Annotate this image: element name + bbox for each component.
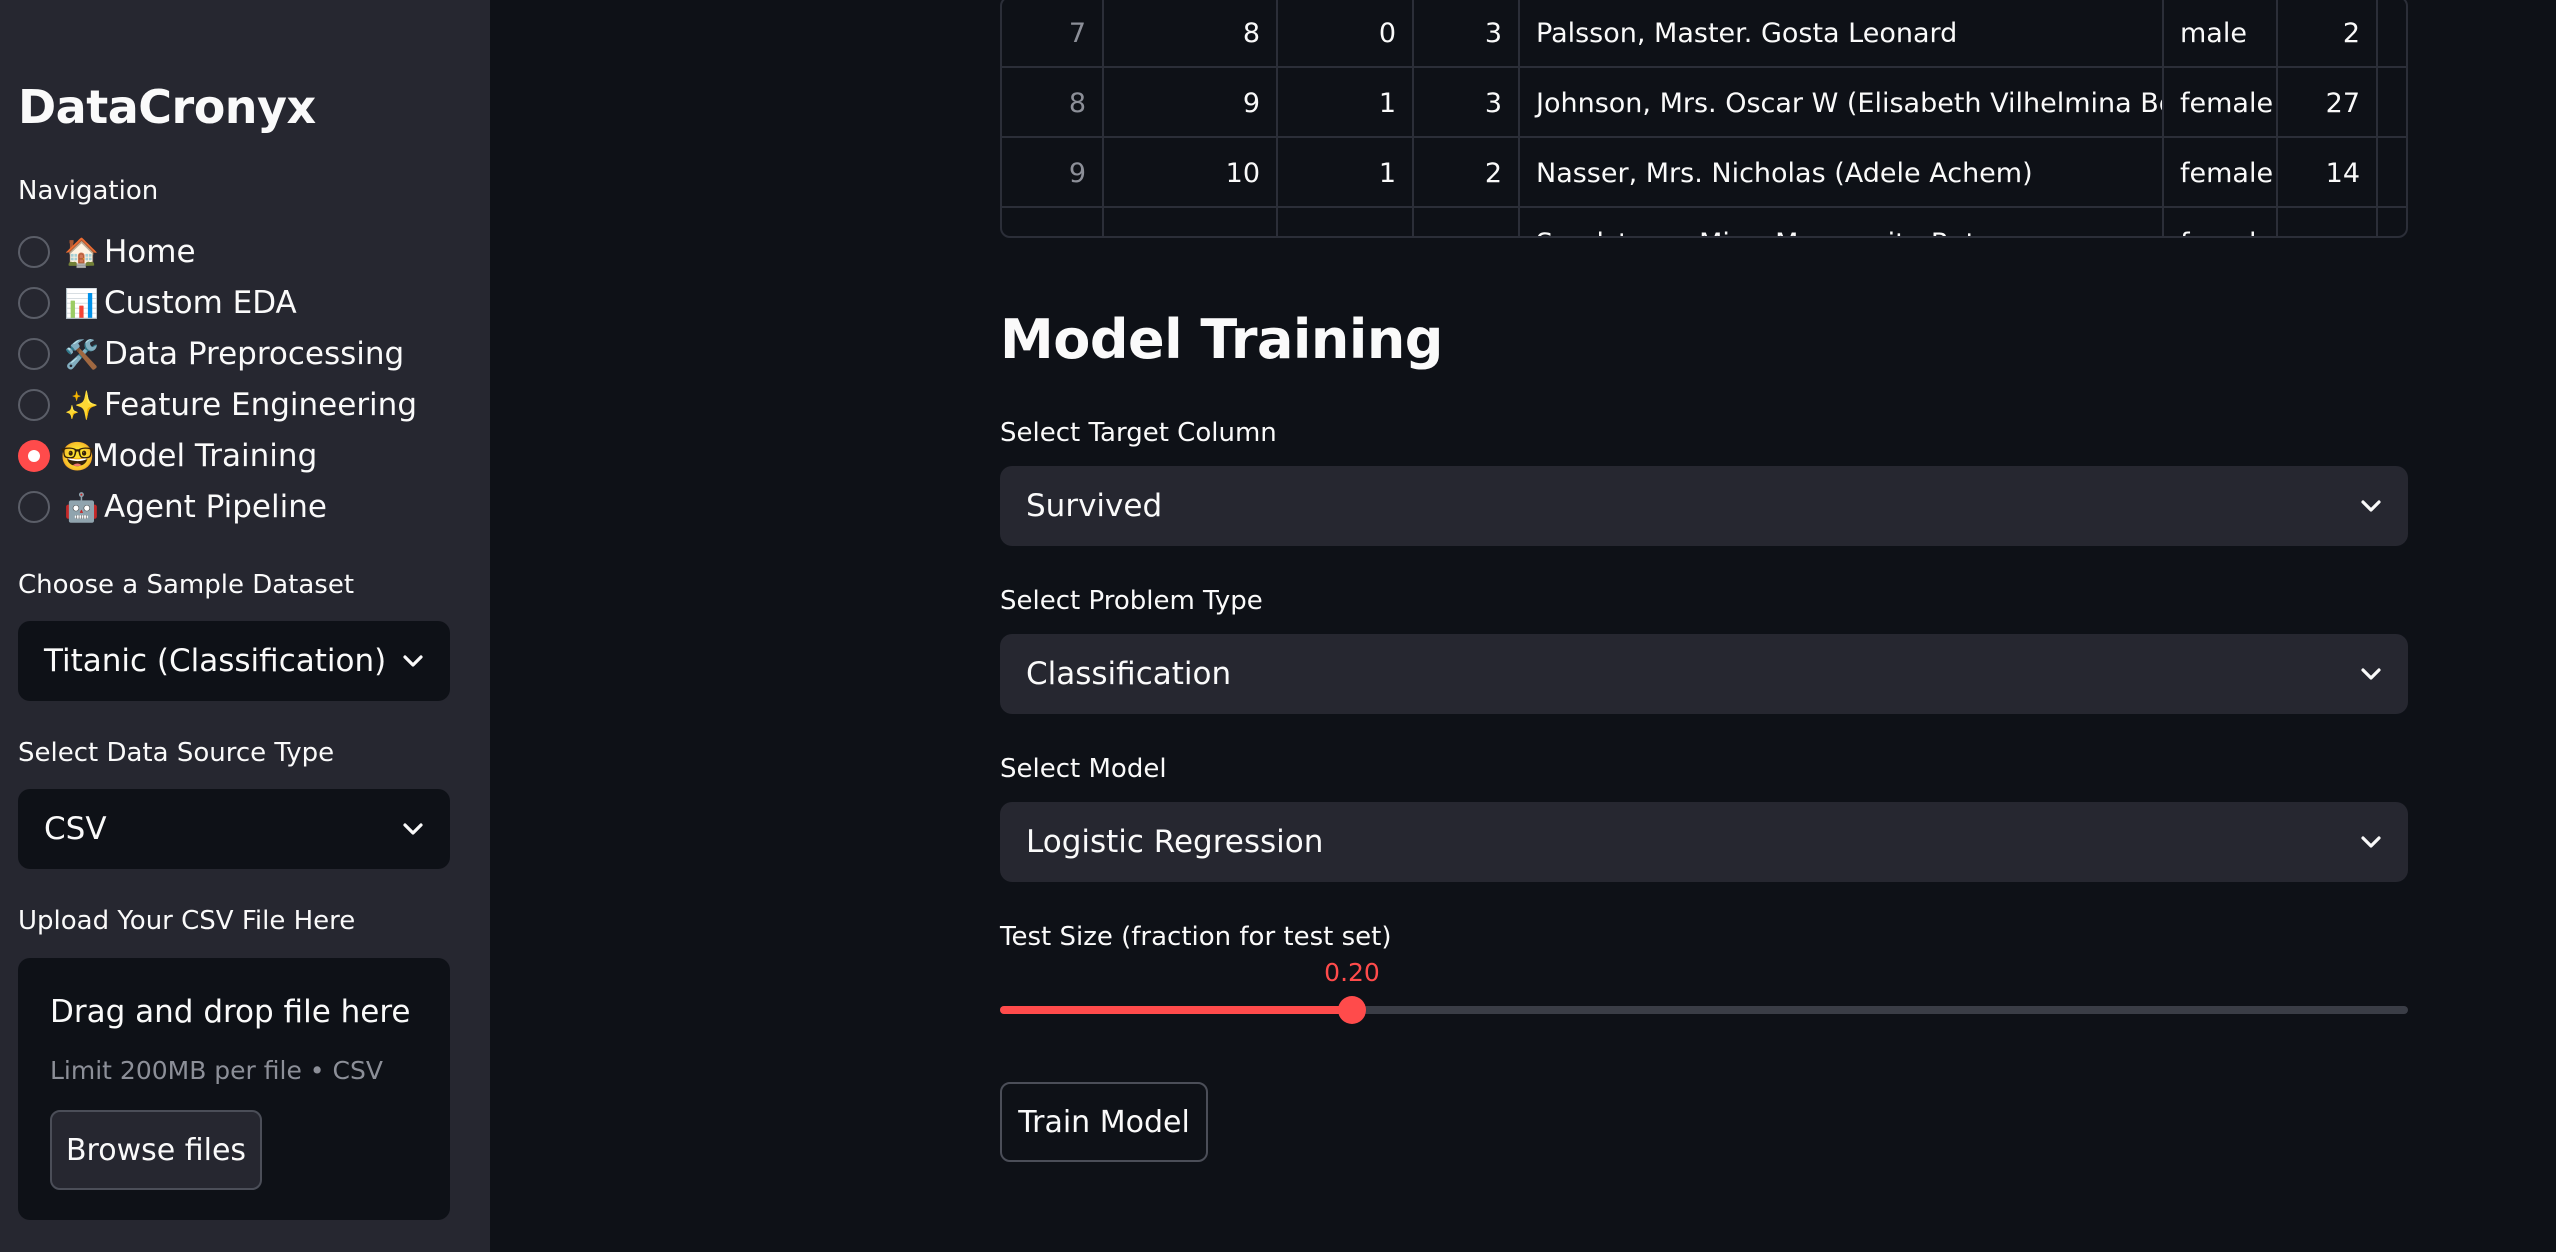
cell-survived: 1 <box>1278 68 1414 138</box>
robot-icon: 🤖 <box>64 490 99 524</box>
model-label: Select Model <box>1000 754 1167 784</box>
model-value: Logistic Regression <box>1026 824 1324 860</box>
cell-survived: 0 <box>1278 0 1414 68</box>
test-size-value: 0.20 <box>1324 958 1380 987</box>
table-row: Sandstrom, Miss. Marguerite Rutfemale <box>1002 208 2406 236</box>
nerd-face-icon: 🤓 <box>60 439 95 473</box>
target-column-label: Select Target Column <box>1000 418 1277 448</box>
nav-radio-home[interactable]: 🏠 Home <box>18 230 196 274</box>
chevron-down-icon <box>403 655 423 667</box>
target-column-select[interactable]: Survived <box>1000 466 2408 546</box>
problem-type-select[interactable]: Classification <box>1000 634 2408 714</box>
cell-overflow <box>2378 0 2406 68</box>
cell-passenger-id: 9 <box>1104 68 1278 138</box>
nav-label-custom-eda: Custom EDA <box>104 285 297 321</box>
cell-index: 7 <box>1002 0 1104 68</box>
cell-name: Sandstrom, Miss. Marguerite Rut <box>1520 208 2164 236</box>
cell-pclass: 3 <box>1414 0 1520 68</box>
data-source-select[interactable]: CSV <box>18 789 450 869</box>
cell-name: Palsson, Master. Gosta Leonard <box>1520 0 2164 68</box>
chevron-down-icon <box>2361 836 2381 848</box>
dropzone-limit-text: Limit 200MB per file • CSV <box>50 1056 383 1085</box>
dropzone-title: Drag and drop file here <box>50 994 411 1030</box>
radio-button[interactable] <box>18 287 50 319</box>
app-brand-title: DataCronyx <box>18 80 316 134</box>
tools-icon: 🛠️ <box>64 337 99 371</box>
bar-chart-icon: 📊 <box>64 286 99 320</box>
target-column-value: Survived <box>1026 488 1163 524</box>
nav-radio-agent-pipeline[interactable]: 🤖 Agent Pipeline <box>18 485 327 529</box>
sample-dataset-label: Choose a Sample Dataset <box>18 570 355 600</box>
cell-age: 2 <box>2278 0 2378 68</box>
cell-overflow <box>2378 208 2406 236</box>
test-size-slider[interactable] <box>1000 996 2408 1024</box>
cell-name: Nasser, Mrs. Nicholas (Adele Achem) <box>1520 138 2164 208</box>
slider-thumb[interactable] <box>1338 996 1366 1024</box>
cell-index: 8 <box>1002 68 1104 138</box>
cell-pclass: 3 <box>1414 68 1520 138</box>
cell-survived: 1 <box>1278 138 1414 208</box>
problem-type-value: Classification <box>1026 656 1232 692</box>
data-source-label: Select Data Source Type <box>18 738 335 768</box>
chevron-down-icon <box>403 823 423 835</box>
model-select[interactable]: Logistic Regression <box>1000 802 2408 882</box>
app-root: DataCronyx Navigation 🏠 Home 📊 Custom ED… <box>0 0 2556 1252</box>
nav-label-agent-pipeline: Agent Pipeline <box>104 489 327 525</box>
cell-age: 14 <box>2278 138 2378 208</box>
file-dropzone[interactable]: Drag and drop file here Limit 200MB per … <box>18 958 450 1220</box>
cell-survived <box>1278 208 1414 236</box>
nav-radio-custom-eda[interactable]: 📊 Custom EDA <box>18 281 297 325</box>
cell-index: 9 <box>1002 138 1104 208</box>
nav-radio-model-training[interactable]: 🤓 Model Training <box>18 434 317 478</box>
dataframe-table[interactable]: 7 8 0 3 Palsson, Master. Gosta Leonard male 2 8… <box>1000 0 2408 238</box>
table-row: 8 9 1 3 Johnson, Mrs. Oscar W (Elisabeth Vil… <box>1002 68 2406 138</box>
problem-type-label: Select Problem Type <box>1000 586 1263 616</box>
sample-dataset-value: Titanic (Classification) <box>44 643 387 679</box>
cell-sex: female <box>2164 208 2278 236</box>
cell-passenger-id: 8 <box>1104 0 1278 68</box>
nav-radio-feature-engineering[interactable]: ✨ Feature Engineering <box>18 383 417 427</box>
cell-overflow <box>2378 68 2406 138</box>
radio-button[interactable] <box>18 491 50 523</box>
radio-button[interactable] <box>18 236 50 268</box>
nav-label-feature-engineering: Feature Engineering <box>104 387 417 423</box>
cell-passenger-id <box>1104 208 1278 236</box>
navigation-label: Navigation <box>18 176 159 206</box>
cell-index <box>1002 208 1104 236</box>
data-source-value: CSV <box>44 811 107 847</box>
radio-button[interactable] <box>18 338 50 370</box>
nav-label-data-preprocessing: Data Preprocessing <box>104 336 405 372</box>
cell-overflow <box>2378 138 2406 208</box>
cell-pclass: 2 <box>1414 138 1520 208</box>
train-model-button[interactable]: Train Model <box>1000 1082 1208 1162</box>
radio-button[interactable] <box>18 389 50 421</box>
sample-dataset-select[interactable]: Titanic (Classification) <box>18 621 450 701</box>
cell-passenger-id: 10 <box>1104 138 1278 208</box>
slider-fill <box>1000 1006 1352 1014</box>
cell-sex: male <box>2164 0 2278 68</box>
page-title: Model Training <box>1000 308 1443 371</box>
nav-radio-data-preprocessing[interactable]: 🛠️ Data Preprocessing <box>18 332 404 376</box>
cell-age: 27 <box>2278 68 2378 138</box>
cell-sex: female <box>2164 68 2278 138</box>
cell-name: Johnson, Mrs. Oscar W (Elisabeth Vilhelm… <box>1520 68 2164 138</box>
house-icon: 🏠 <box>64 235 99 269</box>
upload-label: Upload Your CSV File Here <box>18 906 356 936</box>
nav-label-home: Home <box>104 234 196 270</box>
table-row: 9 10 1 2 Nasser, Mrs. Nicholas (Adele Achem)… <box>1002 138 2406 208</box>
browse-files-button[interactable]: Browse files <box>50 1110 262 1190</box>
table-row: 7 8 0 3 Palsson, Master. Gosta Leonard male 2 <box>1002 0 2406 68</box>
chevron-down-icon <box>2361 500 2381 512</box>
cell-age <box>2278 208 2378 236</box>
test-size-label: Test Size (fraction for test set) <box>1000 922 1392 952</box>
sidebar: DataCronyx Navigation 🏠 Home 📊 Custom ED… <box>0 0 490 1252</box>
sparkles-icon: ✨ <box>64 388 99 422</box>
radio-button-selected[interactable] <box>18 440 50 472</box>
chevron-down-icon <box>2361 668 2381 680</box>
nav-label-model-training: Model Training <box>92 438 318 474</box>
cell-pclass <box>1414 208 1520 236</box>
cell-sex: female <box>2164 138 2278 208</box>
